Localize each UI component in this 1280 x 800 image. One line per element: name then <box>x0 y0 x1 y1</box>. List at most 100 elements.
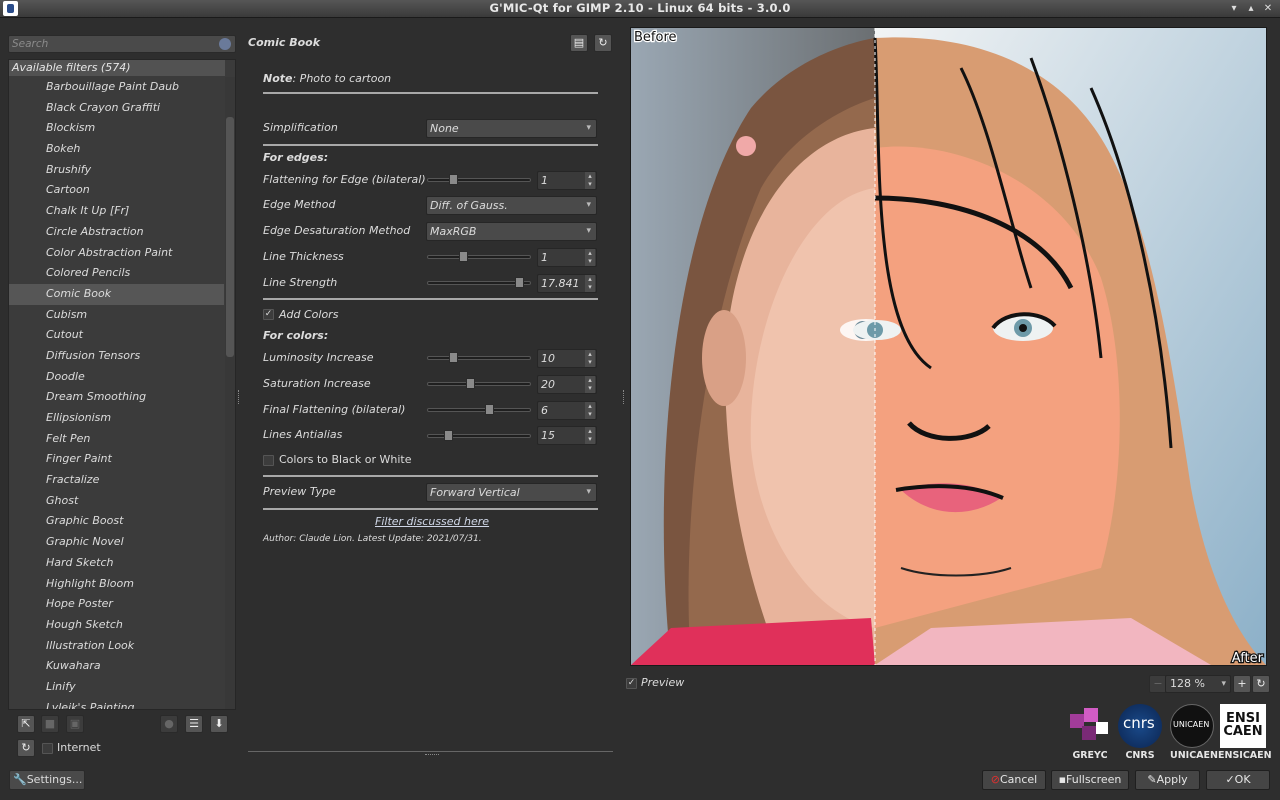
final-flattening-slider[interactable] <box>427 404 531 415</box>
filter-item[interactable]: Barbouillage Paint Daub <box>9 77 224 98</box>
filter-item[interactable]: Blockism <box>9 118 224 139</box>
ok-button[interactable]: ✓OK <box>1206 770 1270 790</box>
scrollbar-thumb[interactable] <box>226 117 234 357</box>
filter-item[interactable]: Cutout <box>9 325 224 346</box>
ensicaen-logo-line2: CAEN <box>1223 724 1263 739</box>
zoom-select[interactable]: 128 % ▾ <box>1165 675 1231 693</box>
splitter-handle[interactable] <box>238 390 240 404</box>
left-ear <box>702 310 746 406</box>
filter-item[interactable]: Color Abstraction Paint <box>9 243 224 264</box>
preview-type-select[interactable]: Forward Vertical <box>426 483 597 502</box>
favorite-icon[interactable]: ■ <box>41 715 59 733</box>
filter-item[interactable]: Felt Pen <box>9 429 224 450</box>
filter-scrollbar[interactable] <box>225 77 235 709</box>
filter-item[interactable]: Colored Pencils <box>9 263 224 284</box>
filters-header[interactable]: Available filters (574) <box>9 60 225 76</box>
download-icon[interactable]: ⬇ <box>210 715 228 733</box>
filter-item[interactable]: Circle Abstraction <box>9 222 224 243</box>
maximize-icon[interactable]: ▴ <box>1244 2 1258 16</box>
for-colors-heading: For colors: <box>263 329 329 342</box>
close-icon[interactable]: ✕ <box>1261 2 1275 16</box>
slider-knob[interactable] <box>485 404 494 415</box>
apply-button[interactable]: ✎Apply <box>1135 770 1200 790</box>
final-flattening-spinbox[interactable]: 6 <box>537 401 597 420</box>
filter-item[interactable]: Ghost <box>9 491 224 512</box>
edge-desat-select[interactable]: MaxRGB <box>426 222 597 241</box>
filter-item[interactable]: Hard Sketch <box>9 553 224 574</box>
filter-item[interactable]: Chalk It Up [Fr] <box>9 201 224 222</box>
search-input[interactable]: Search <box>8 35 236 53</box>
slider-knob[interactable] <box>448 174 458 185</box>
filter-item[interactable]: Highlight Bloom <box>9 574 224 595</box>
preview-checkbox[interactable]: ✓ <box>626 678 637 689</box>
splitter-handle[interactable] <box>623 390 625 404</box>
preview-checkbox-label: Preview <box>641 676 685 689</box>
splitter-handle[interactable] <box>425 754 439 756</box>
filter-item[interactable]: Cartoon <box>9 180 224 201</box>
luminosity-spinbox[interactable]: 10 <box>537 349 597 368</box>
filter-item[interactable]: Black Crayon Graffiti <box>9 98 224 119</box>
filter-item[interactable]: Dream Smoothing <box>9 387 224 408</box>
select-mode-icon[interactable]: ⇱ <box>17 715 35 733</box>
filter-item[interactable]: Graphic Boost <box>9 511 224 532</box>
filter-item[interactable]: Bokeh <box>9 139 224 160</box>
line-strength-label: Line Strength <box>263 276 338 289</box>
line-strength-slider[interactable] <box>427 277 531 288</box>
antialias-spinbox[interactable]: 15 <box>537 426 597 445</box>
reset-params-icon[interactable]: ↻ <box>594 34 612 52</box>
greyc-label: GREYC <box>1072 750 1108 761</box>
add-colors-checkbox[interactable]: ✓ <box>263 309 274 320</box>
saturation-slider[interactable] <box>427 378 531 389</box>
cancel-button[interactable]: ⊘Cancel <box>982 770 1046 790</box>
cancel-label: Cancel <box>999 773 1038 786</box>
filter-item[interactable]: Kuwahara <box>9 656 224 677</box>
filter-item[interactable]: Hough Sketch <box>9 615 224 636</box>
luminosity-slider[interactable] <box>427 352 531 363</box>
filter-item[interactable]: Illustration Look <box>9 636 224 657</box>
internet-checkbox[interactable] <box>42 743 53 754</box>
filter-item[interactable]: Linify <box>9 677 224 698</box>
filter-item[interactable]: Brushify <box>9 160 224 181</box>
filter-item[interactable]: Diffusion Tensors <box>9 346 224 367</box>
expand-collapse-icon[interactable]: ☰ <box>185 715 203 733</box>
luminosity-label: Luminosity Increase <box>263 351 374 364</box>
line-strength-spinbox[interactable]: 17.841 <box>537 274 597 293</box>
visibility-icon[interactable]: ● <box>160 715 178 733</box>
zoom-in-icon[interactable]: + <box>1233 675 1251 693</box>
separator <box>263 144 598 146</box>
copy-to-clipboard-icon[interactable]: ▤ <box>570 34 588 52</box>
flattening-spinbox[interactable]: 1 <box>537 171 597 190</box>
rename-icon[interactable]: ▣ <box>66 715 84 733</box>
reset-zoom-icon[interactable]: ↻ <box>1252 675 1270 693</box>
slider-knob[interactable] <box>515 277 525 288</box>
filter-item[interactable]: Finger Paint <box>9 449 224 470</box>
line-thickness-spinbox[interactable]: 1 <box>537 248 597 267</box>
filter-item[interactable]: Ellipsionism <box>9 408 224 429</box>
filter-item[interactable]: Doodle <box>9 367 224 388</box>
filter-item[interactable]: Hope Poster <box>9 594 224 615</box>
filter-item[interactable]: Graphic Novel <box>9 532 224 553</box>
settings-button[interactable]: 🔧Settings... <box>9 770 85 790</box>
filter-item[interactable]: Fractalize <box>9 470 224 491</box>
line-thickness-slider[interactable] <box>427 251 531 262</box>
filter-item[interactable]: Lylejk's Painting <box>9 698 224 709</box>
filter-discussion-link[interactable]: Filter discussed here <box>375 515 489 528</box>
saturation-spinbox[interactable]: 20 <box>537 375 597 394</box>
refresh-filters-icon[interactable]: ↻ <box>17 739 35 757</box>
slider-knob[interactable] <box>459 251 469 262</box>
antialias-slider[interactable] <box>427 430 531 441</box>
flattening-slider[interactable] <box>427 174 531 185</box>
slider-knob[interactable] <box>444 430 454 441</box>
filter-item[interactable]: Comic Book <box>9 283 224 305</box>
edge-method-select[interactable]: Diff. of Gauss. <box>426 196 597 215</box>
filter-item[interactable]: Cubism <box>9 305 224 326</box>
simplification-select[interactable]: None <box>426 119 597 138</box>
separator <box>263 508 598 510</box>
settings-icon: 🔧 <box>13 773 27 786</box>
fullscreen-button[interactable]: ▪Fullscreen <box>1051 770 1129 790</box>
preview-image[interactable]: Before After <box>631 28 1266 665</box>
slider-knob[interactable] <box>466 378 475 389</box>
minimize-icon[interactable]: ▾ <box>1227 2 1241 16</box>
black-white-checkbox[interactable] <box>263 455 274 466</box>
slider-knob[interactable] <box>448 352 458 363</box>
